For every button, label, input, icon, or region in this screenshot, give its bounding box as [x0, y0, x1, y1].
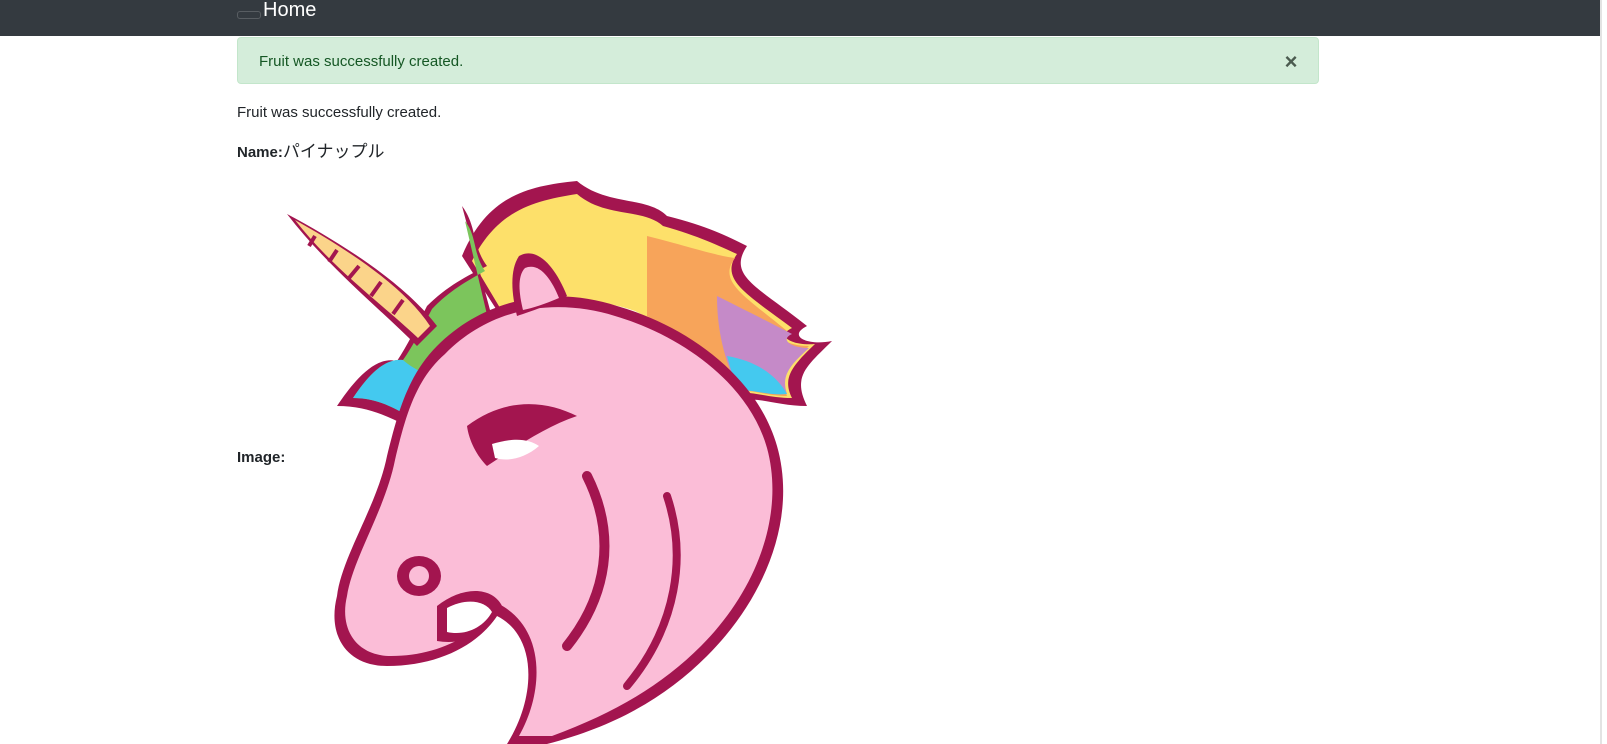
success-alert: Fruit was successfully created. × — [237, 37, 1319, 84]
navbar-brand-home-link[interactable]: Home — [263, 0, 316, 21]
fruit-image-label: Image: — [237, 449, 286, 466]
alert-message: Fruit was successfully created. — [259, 53, 464, 70]
navbar: Home — [0, 0, 1600, 36]
unicorn-image — [287, 181, 832, 744]
vertical-scrollbar[interactable] — [1600, 0, 1607, 744]
navbar-toggler-button[interactable] — [237, 11, 261, 19]
fruit-name-label: Name: — [237, 144, 283, 161]
fruit-name-row: Name:パイナップル — [237, 142, 385, 163]
notice-text: Fruit was successfully created. — [237, 104, 442, 121]
alert-close-button[interactable]: × — [1282, 51, 1300, 73]
fruit-name-value: パイナップル — [282, 142, 385, 161]
